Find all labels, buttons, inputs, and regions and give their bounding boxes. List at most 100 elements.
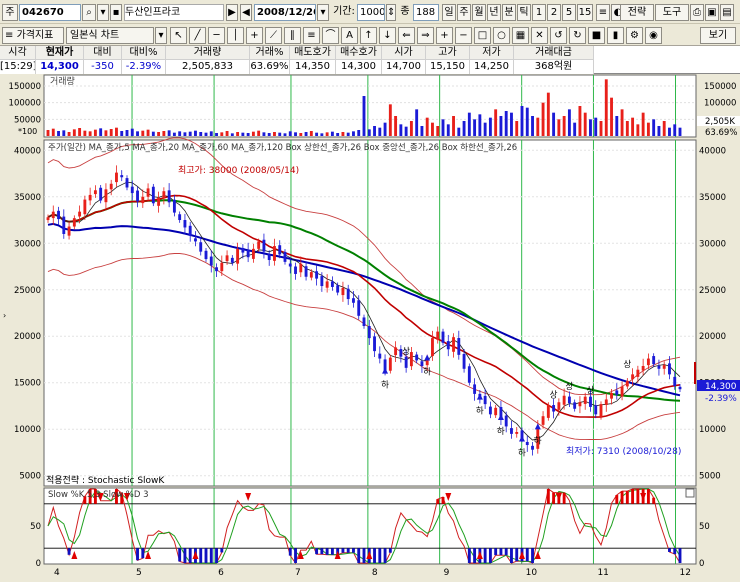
candle-body: [194, 238, 197, 242]
signal-label: 하: [497, 426, 505, 437]
panel-expand-button[interactable]: [685, 488, 695, 498]
period-spinner[interactable]: ⇕: [386, 4, 396, 21]
hline-tool-icon[interactable]: ─: [208, 27, 225, 44]
box-tool-icon[interactable]: □: [474, 27, 491, 44]
volume-ytick-right: 100000: [704, 99, 736, 109]
channel-tool-icon[interactable]: ∥: [284, 27, 301, 44]
chart-type-select[interactable]: 일본식 차트: [66, 27, 154, 44]
print-icon[interactable]: ⎙: [690, 4, 704, 21]
period-tab[interactable]: 일: [442, 4, 456, 21]
volume-ytick-right: 150000: [704, 82, 736, 92]
oversold-fill: [209, 548, 213, 563]
candle-body: [183, 220, 187, 228]
date-input[interactable]: 2008/12/26: [254, 4, 316, 21]
undo-tool-icon[interactable]: ↺: [550, 27, 567, 44]
oversold-fill: [678, 548, 682, 563]
dropdown-icon[interactable]: ▾: [97, 4, 109, 21]
text-tool-icon[interactable]: A: [341, 27, 358, 44]
candle-body: [320, 276, 324, 287]
candle-body: [678, 386, 682, 390]
period-tab[interactable]: 분: [502, 4, 516, 21]
save-icon[interactable]: ▣: [705, 4, 719, 21]
quote-value: 14,300: [36, 60, 84, 74]
period-tab[interactable]: 5: [562, 4, 576, 21]
grid-tool-icon[interactable]: ▦: [512, 27, 529, 44]
candle-body: [230, 257, 234, 263]
cross-tool-icon[interactable]: +: [246, 27, 263, 44]
oversold-fill: [220, 548, 224, 553]
candle-body: [57, 210, 60, 220]
redo-tool-icon[interactable]: ↻: [569, 27, 586, 44]
zoom-out-tool-icon[interactable]: −: [455, 27, 472, 44]
eye-tool-icon[interactable]: ◉: [645, 27, 662, 44]
oversold-fill: [199, 548, 203, 563]
arc-tool-icon[interactable]: ⌒: [322, 27, 339, 44]
chart-type-dropdown-icon[interactable]: ▾: [155, 27, 167, 44]
candle-body: [204, 250, 208, 260]
quote-value: 63.69%: [250, 60, 290, 74]
candle-body: [525, 441, 529, 446]
trend-tool-icon[interactable]: ⟋: [265, 27, 282, 44]
arrow-up-tool-icon[interactable]: ↑: [360, 27, 377, 44]
period-tab[interactable]: 월: [472, 4, 486, 21]
stock-code-input[interactable]: 042670: [19, 4, 81, 21]
strategy-button[interactable]: 전략: [620, 4, 654, 21]
gear-tool-icon[interactable]: ⚙: [626, 27, 643, 44]
x-axis-month-label: 8: [372, 568, 378, 578]
period-tab[interactable]: 년: [487, 4, 501, 21]
volume-bar: [599, 121, 603, 136]
arrow-down-tool-icon[interactable]: ↓: [379, 27, 396, 44]
calendar-icon[interactable]: ▾: [317, 4, 329, 21]
cursor-tool-icon[interactable]: ↖: [170, 27, 187, 44]
price-marker: [694, 362, 696, 384]
candle-body: [315, 271, 319, 279]
prev-icon[interactable]: ◀: [240, 4, 252, 21]
period-tab[interactable]: 2: [547, 4, 561, 21]
volume-bar: [162, 131, 166, 136]
price-ytick-left: 15000: [14, 379, 41, 389]
delete-tool-icon[interactable]: ✕: [531, 27, 548, 44]
quote-value: 14,700: [382, 60, 426, 74]
indicator-label: 가격지표: [16, 30, 54, 41]
period-tab[interactable]: 1: [532, 4, 546, 21]
indicator-button[interactable]: ≡ 가격지표: [2, 27, 64, 44]
volume-bar: [336, 133, 340, 136]
oversold-fill: [215, 548, 218, 563]
overbought-fill: [620, 491, 624, 504]
tools-button[interactable]: 도구: [655, 4, 689, 21]
overbought-fill: [636, 489, 640, 504]
quote-value: 14,250: [470, 60, 514, 74]
candle-body: [504, 415, 508, 427]
line-tool-icon[interactable]: ╱: [189, 27, 206, 44]
period-tab[interactable]: 15: [577, 4, 593, 21]
period-tab[interactable]: 주: [457, 4, 471, 21]
checkbox-icon[interactable]: ▪: [110, 4, 122, 21]
volume-bar: [504, 111, 508, 136]
export-icon[interactable]: ▤: [720, 4, 734, 21]
circle-tool-icon[interactable]: ○: [493, 27, 510, 44]
candle-body: [330, 281, 334, 287]
left-tool-icon[interactable]: ⇐: [398, 27, 415, 44]
bars-tool-icon[interactable]: ▮: [607, 27, 624, 44]
zoom-in-tool-icon[interactable]: +: [436, 27, 453, 44]
volume-bar: [146, 129, 150, 136]
view-button[interactable]: 보기: [700, 27, 736, 44]
list-icon[interactable]: ≡: [596, 4, 610, 21]
oversold-fill: [515, 548, 519, 562]
period-input[interactable]: 1000: [357, 4, 385, 21]
next-icon[interactable]: ▶: [226, 4, 238, 21]
count-input[interactable]: 188: [413, 4, 439, 21]
market-select[interactable]: 주: [2, 4, 18, 21]
volume-bar: [304, 132, 308, 136]
candle-body: [130, 186, 134, 194]
vline-tool-icon[interactable]: │: [227, 27, 244, 44]
lock-tool-icon[interactable]: ■: [588, 27, 605, 44]
right-tool-icon[interactable]: ⇒: [417, 27, 434, 44]
period-tab[interactable]: 틱: [517, 4, 531, 21]
collapse-arrow-icon[interactable]: ›: [3, 311, 6, 320]
volume-bar: [309, 131, 313, 136]
search-icon[interactable]: ⌕: [82, 4, 96, 21]
fib-tool-icon[interactable]: ≡: [303, 27, 320, 44]
candle-body: [352, 298, 355, 303]
quote-value: 14,350: [290, 60, 336, 74]
